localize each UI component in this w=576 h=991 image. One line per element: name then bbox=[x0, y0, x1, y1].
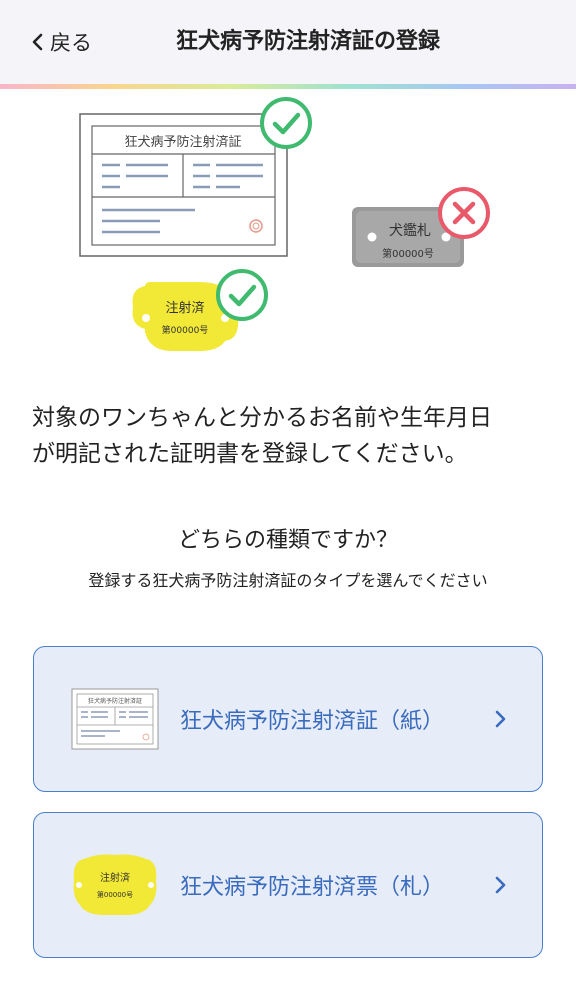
thumbnail-tag-number: 第00000号 bbox=[97, 890, 133, 899]
option-tag-button[interactable]: 注射済 第00000号 狂犬病予防注射済票（札） bbox=[33, 812, 543, 958]
instruction-line-2: が明記された証明書を登録してください。 bbox=[32, 441, 468, 467]
license-number-text: 第00000号 bbox=[382, 247, 434, 260]
paper-certificate-thumbnail: 狂犬病予防注射済証 bbox=[71, 688, 159, 750]
thumbnail-certificate-title: 狂犬病予防注射済証 bbox=[88, 697, 142, 705]
check-icon bbox=[216, 269, 268, 321]
option-paper-certificate-button[interactable]: 狂犬病予防注射済証 狂犬病予防注射済証（紙） bbox=[33, 646, 543, 792]
chevron-right-icon bbox=[495, 710, 506, 728]
question-heading: どちらの種類ですか？ bbox=[177, 528, 398, 553]
certificate-title-text: 狂犬病予防注射済証 bbox=[124, 134, 241, 150]
certificate-illustration: 狂犬病予防注射済証 犬鑑札 第00000号 注射済 第00000号 bbox=[79, 97, 490, 352]
instruction-line-1: 対象のワンちゃんと分かるお名前や生年月日 bbox=[32, 405, 492, 431]
license-label-text: 犬鑑札 bbox=[389, 222, 431, 239]
chevron-right-icon bbox=[495, 876, 506, 894]
cross-icon bbox=[438, 187, 490, 239]
option-tag-label: 狂犬病予防注射済票（札） bbox=[180, 875, 445, 900]
instruction-text: 対象のワンちゃんと分かるお名前や生年月日 が明記された証明書を登録してください。 bbox=[32, 400, 552, 472]
question-subtext: 登録する狂犬病予防注射済証のタイプを選んでください bbox=[88, 571, 488, 590]
thumbnail-tag-label: 注射済 bbox=[100, 871, 130, 884]
paper-certificate-image: 狂犬病予防注射済証 bbox=[79, 113, 288, 257]
page-title: 狂犬病予防注射済証の登録 bbox=[175, 29, 440, 54]
header-bar: 戻る 狂犬病予防注射済証の登録 bbox=[0, 0, 576, 84]
tag-number-text: 第00000号 bbox=[162, 324, 209, 336]
vaccination-tag-thumbnail: 注射済 第00000号 bbox=[73, 854, 157, 915]
check-icon bbox=[260, 97, 312, 149]
option-paper-label: 狂犬病予防注射済証（紙） bbox=[180, 709, 445, 734]
tag-label-text: 注射済 bbox=[165, 300, 204, 316]
